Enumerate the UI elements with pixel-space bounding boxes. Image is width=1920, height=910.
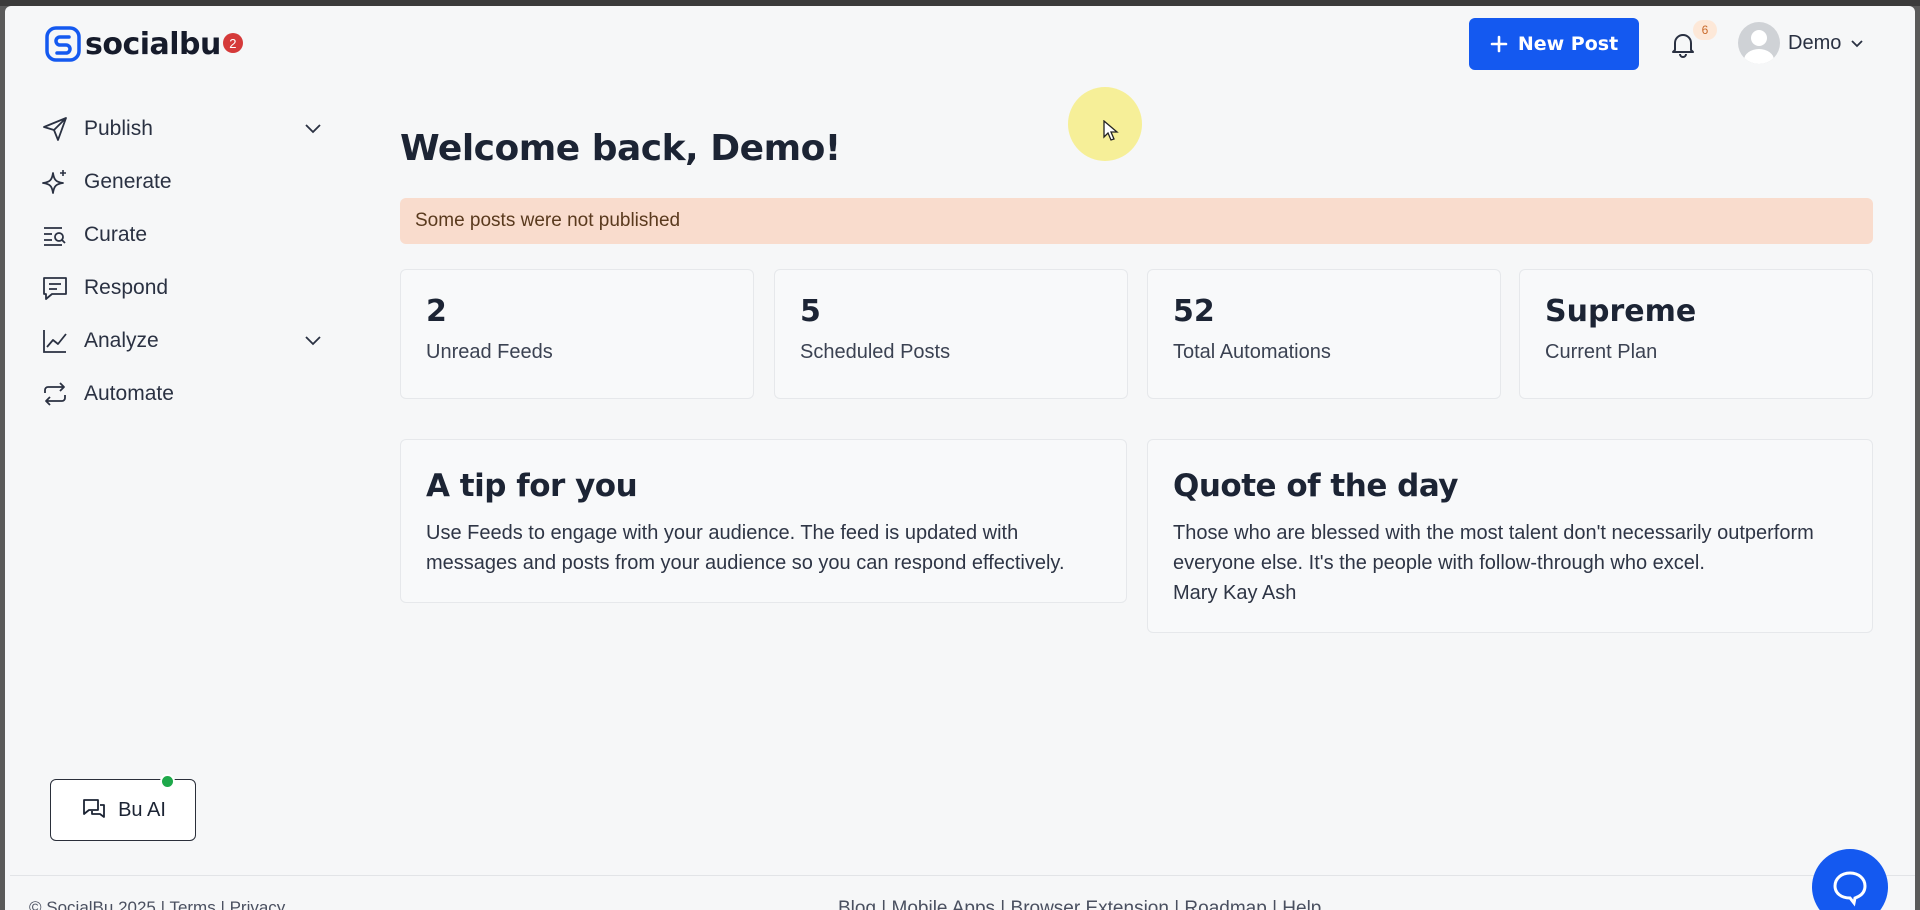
logo[interactable]: socialbu 2	[45, 26, 243, 62]
mouse-cursor-icon	[1103, 120, 1119, 141]
user-menu[interactable]: Demo	[1738, 22, 1865, 64]
stat-value: 52	[1173, 294, 1215, 329]
chat-icon	[83, 799, 105, 818]
chevron-down-icon[interactable]	[303, 118, 323, 138]
bell-icon[interactable]	[1669, 30, 1697, 58]
chart-icon	[43, 329, 67, 353]
footer-links[interactable]: Blog | Mobile Apps | Browser Extension |…	[838, 898, 1321, 910]
tip-card: A tip for you Use Feeds to engage with y…	[400, 439, 1127, 603]
stat-value: 5	[800, 294, 821, 329]
notification-badge: 6	[1693, 20, 1717, 40]
new-post-button[interactable]: New Post	[1469, 18, 1639, 70]
online-indicator	[160, 774, 175, 789]
sidebar-item-label: Generate	[84, 169, 172, 193]
sidebar-item-respond[interactable]: Respond	[41, 261, 331, 314]
stat-value: 2	[426, 294, 447, 329]
new-post-label: New Post	[1517, 33, 1619, 55]
chevron-down-icon[interactable]	[303, 330, 323, 350]
quote-title: Quote of the day	[1173, 468, 1459, 504]
sidebar-item-curate[interactable]: Curate	[41, 208, 331, 261]
sidebar-item-label: Respond	[84, 275, 169, 299]
sidebar-item-label: Publish	[84, 116, 153, 140]
app-frame: socialbu 2 New Post 6 Demo Publish Gener…	[5, 6, 1915, 910]
sidebar-item-analyze[interactable]: Analyze	[41, 314, 331, 367]
chevron-down-icon	[1851, 40, 1863, 48]
bu-ai-label: Bu AI	[118, 798, 166, 821]
sidebar-item-automate[interactable]: Automate	[41, 367, 331, 420]
alert-banner[interactable]: Some posts were not published	[400, 198, 1873, 244]
message-icon	[43, 276, 67, 300]
logo-badge: 2	[222, 33, 243, 53]
stat-card-current-plan[interactable]: Supreme Current Plan	[1519, 269, 1873, 399]
help-chat-button[interactable]	[1812, 849, 1888, 910]
sidebar: Publish Generate Curate Respond Analyze …	[41, 102, 331, 420]
plus-icon	[1490, 35, 1508, 53]
sidebar-item-label: Curate	[84, 222, 148, 246]
quote-author: Mary Kay Ash	[1173, 582, 1297, 604]
repeat-icon	[44, 381, 66, 406]
stat-label: Scheduled Posts	[800, 341, 951, 363]
send-icon	[43, 116, 67, 141]
help-bubble-icon	[1833, 871, 1867, 907]
page-title: Welcome back, Demo!	[400, 128, 841, 169]
sparkle-icon	[42, 169, 66, 194]
avatar	[1738, 22, 1780, 64]
stat-label: Total Automations	[1173, 341, 1331, 363]
footer-copyright[interactable]: © SocialBu 2025 | Terms | Privacy	[29, 898, 285, 910]
socialbu-logo-icon	[45, 26, 81, 62]
stat-card-total-automations[interactable]: 52 Total Automations	[1147, 269, 1501, 399]
sidebar-item-label: Analyze	[84, 328, 159, 352]
footer-divider	[10, 875, 1915, 876]
stat-label: Unread Feeds	[426, 341, 553, 363]
sidebar-item-publish[interactable]: Publish	[41, 102, 331, 155]
sidebar-item-label: Automate	[84, 381, 174, 405]
stat-value: Supreme	[1545, 294, 1697, 329]
stat-label: Current Plan	[1545, 341, 1658, 363]
stat-card-scheduled-posts[interactable]: 5 Scheduled Posts	[774, 269, 1128, 399]
bu-ai-button[interactable]: Bu AI	[50, 779, 196, 841]
user-name: Demo	[1788, 31, 1842, 54]
logo-text: socialbu	[85, 26, 221, 62]
stat-card-unread-feeds[interactable]: 2 Unread Feeds	[400, 269, 754, 399]
tip-text: Use Feeds to engage with your audience. …	[426, 522, 1065, 574]
sidebar-item-generate[interactable]: Generate	[41, 155, 331, 208]
quote-text: Those who are blessed with the most tale…	[1173, 522, 1814, 574]
search-list-icon	[44, 226, 66, 246]
alert-text: Some posts were not published	[415, 210, 681, 231]
tip-title: A tip for you	[426, 468, 638, 504]
quote-card: Quote of the day Those who are blessed w…	[1147, 439, 1873, 633]
